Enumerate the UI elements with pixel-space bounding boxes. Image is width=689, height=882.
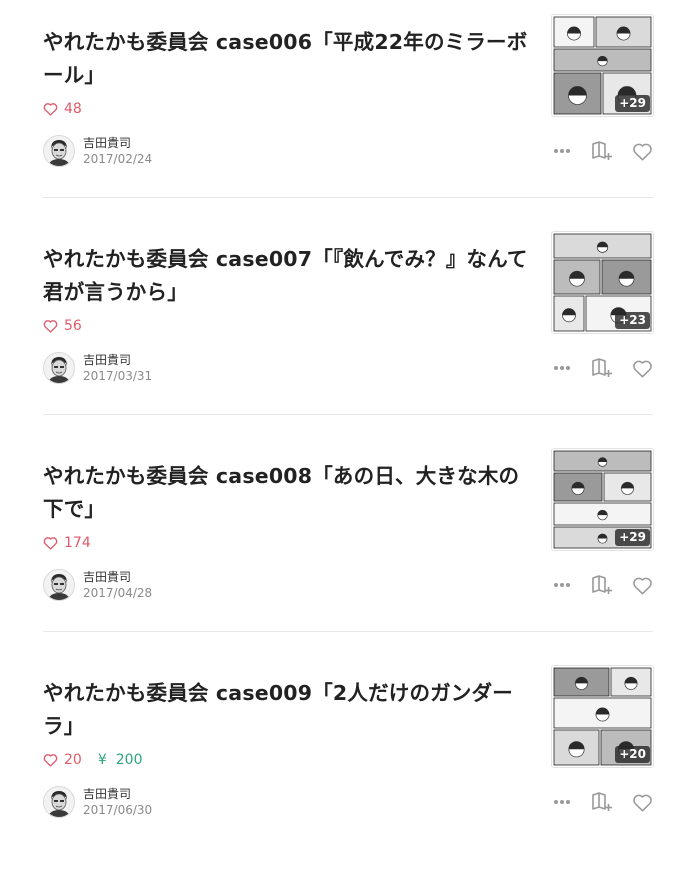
article-thumbnail[interactable]: +20 [551, 665, 654, 768]
more-options-button[interactable] [549, 572, 575, 598]
author-meta: 吉田貴司 2017/02/24 [83, 136, 152, 167]
more-horizontal-icon [554, 149, 570, 153]
heart-outline-icon [632, 360, 652, 377]
heart-outline-icon [43, 103, 58, 116]
author-name[interactable]: 吉田貴司 [83, 353, 152, 368]
article-thumbnail[interactable]: +23 [551, 231, 654, 334]
article-thumbnail[interactable]: +29 [551, 14, 654, 117]
card-divider [43, 414, 653, 415]
author-meta: 吉田貴司 2017/03/31 [83, 353, 152, 384]
article-thumbnail[interactable]: +29 [551, 448, 654, 551]
yen-icon: ¥ [97, 752, 107, 768]
author-name[interactable]: 吉田貴司 [83, 787, 152, 802]
heart-outline-icon [632, 577, 652, 594]
article-card[interactable]: やれたかも委員会 case006「平成22年のミラーボール」 48 +29 吉田… [43, 14, 654, 231]
more-images-count: +23 [615, 312, 650, 329]
more-options-button[interactable] [549, 789, 575, 815]
heart-outline-icon [632, 143, 652, 160]
like-count-value: 174 [64, 535, 91, 551]
more-horizontal-icon [554, 366, 570, 370]
publish-date: 2017/06/30 [83, 802, 153, 817]
author-info[interactable]: 吉田貴司 2017/02/24 [43, 135, 152, 167]
author-meta: 吉田貴司 2017/04/28 [83, 570, 152, 601]
add-to-magazine-icon [592, 358, 612, 377]
author-info[interactable]: 吉田貴司 2017/06/30 [43, 786, 152, 818]
heart-outline-icon [43, 320, 58, 333]
heart-outline-icon [43, 754, 58, 767]
article-title[interactable]: やれたかも委員会 case006「平成22年のミラーボール」 [43, 26, 528, 92]
article-title[interactable]: やれたかも委員会 case009「2人だけのガンダーラ」 [43, 677, 528, 743]
like-count-value: 56 [64, 318, 82, 334]
more-images-count: +29 [615, 529, 650, 546]
article-actions [549, 789, 653, 815]
publish-date: 2017/03/31 [83, 368, 153, 383]
more-images-count: +29 [615, 95, 650, 112]
like-count: 48 [43, 101, 82, 117]
author-info[interactable]: 吉田貴司 2017/03/31 [43, 352, 152, 384]
like-count: 20 [43, 752, 82, 768]
article-card[interactable]: やれたかも委員会 case008「あの日、大きな木の下で」 174 +29 吉田… [43, 448, 654, 665]
author-avatar[interactable] [43, 786, 75, 818]
like-count-value: 20 [64, 752, 82, 768]
author-name[interactable]: 吉田貴司 [83, 136, 152, 151]
article-actions [549, 572, 653, 598]
publish-date: 2017/04/28 [83, 585, 153, 600]
article-actions [549, 138, 653, 164]
like-count-value: 48 [64, 101, 82, 117]
price: ¥ 200 [98, 752, 143, 768]
article-stats: 174 [43, 533, 91, 553]
add-to-magazine-icon [592, 141, 612, 160]
article-card[interactable]: やれたかも委員会 case009「2人だけのガンダーラ」 20 ¥ 200 +2… [43, 665, 654, 882]
like-button[interactable] [629, 789, 655, 815]
heart-outline-icon [632, 794, 652, 811]
like-button[interactable] [629, 355, 655, 381]
more-options-button[interactable] [549, 138, 575, 164]
like-button[interactable] [629, 572, 655, 598]
add-to-magazine-icon [592, 575, 612, 594]
heart-outline-icon [43, 537, 58, 550]
add-to-magazine-button[interactable] [589, 355, 615, 381]
article-stats: 48 [43, 99, 82, 119]
article-title[interactable]: やれたかも委員会 case007「『飲んでみ？』なんて君が言うから」 [43, 243, 528, 309]
add-to-magazine-icon [592, 792, 612, 811]
more-horizontal-icon [554, 583, 570, 587]
like-count: 56 [43, 318, 82, 334]
author-meta: 吉田貴司 2017/06/30 [83, 787, 152, 818]
article-card[interactable]: やれたかも委員会 case007「『飲んでみ？』なんて君が言うから」 56 +2… [43, 231, 654, 448]
article-stats: 56 [43, 316, 82, 336]
more-horizontal-icon [554, 800, 570, 804]
author-avatar[interactable] [43, 135, 75, 167]
article-stats: 20 ¥ 200 [43, 750, 142, 770]
like-count: 174 [43, 535, 91, 551]
more-images-count: +20 [615, 746, 650, 763]
add-to-magazine-button[interactable] [589, 138, 615, 164]
author-info[interactable]: 吉田貴司 2017/04/28 [43, 569, 152, 601]
more-options-button[interactable] [549, 355, 575, 381]
publish-date: 2017/02/24 [83, 151, 153, 166]
add-to-magazine-button[interactable] [589, 572, 615, 598]
like-button[interactable] [629, 138, 655, 164]
author-avatar[interactable] [43, 352, 75, 384]
author-avatar[interactable] [43, 569, 75, 601]
price-value: 200 [115, 752, 143, 768]
add-to-magazine-button[interactable] [589, 789, 615, 815]
author-name[interactable]: 吉田貴司 [83, 570, 152, 585]
card-divider [43, 197, 653, 198]
card-divider [43, 631, 653, 632]
article-title[interactable]: やれたかも委員会 case008「あの日、大きな木の下で」 [43, 460, 528, 526]
article-actions [549, 355, 653, 381]
